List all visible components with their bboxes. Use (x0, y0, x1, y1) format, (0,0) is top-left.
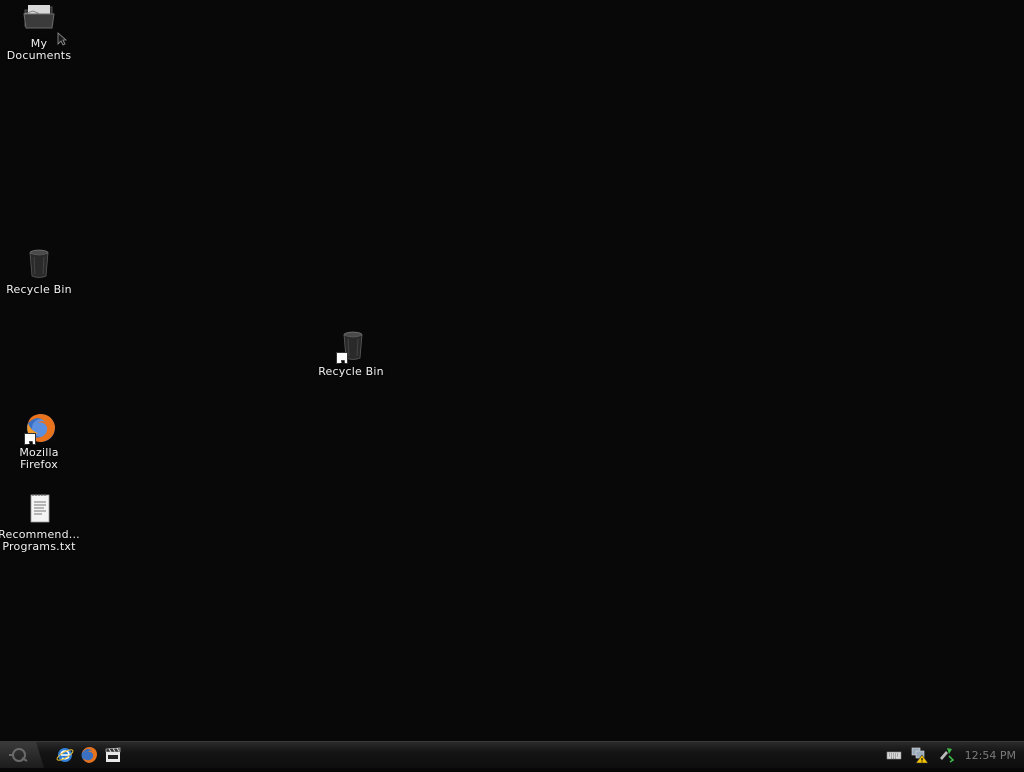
folder-icon (22, 2, 56, 36)
start-button[interactable] (0, 742, 44, 768)
firefox-icon[interactable] (80, 746, 98, 764)
media-player-icon[interactable] (104, 746, 122, 764)
desktop-icon-recycle-bin[interactable]: Recycle Bin (0, 248, 79, 296)
desktop-icon-mozilla-firefox[interactable]: Mozilla Firefox (0, 411, 79, 471)
firefox-icon (22, 411, 56, 448)
safely-remove-hardware-icon[interactable] (937, 746, 955, 764)
desktop-icon-label: Recycle Bin (318, 365, 384, 378)
desktop-icon-label: Mozilla Firefox (19, 446, 59, 471)
desktop[interactable]: My Documents Recycle Bin Recycle Bin Moz… (0, 0, 1024, 741)
internet-explorer-icon[interactable] (56, 746, 74, 764)
mouse-pointer-icon (57, 31, 68, 46)
recycle-bin-icon (334, 330, 368, 367)
quick-launch-bar (56, 746, 122, 764)
taskbar: 12:54 PM (0, 741, 1024, 768)
desktop-icon-my-documents[interactable]: My Documents (0, 2, 79, 62)
shortcut-arrow-icon (336, 352, 348, 367)
desktop-icon-recycle-bin-shortcut[interactable]: Recycle Bin (311, 330, 391, 378)
system-tray: 12:54 PM (885, 745, 1024, 765)
desktop-icon-label: Recommend... Programs.txt (0, 528, 80, 553)
shortcut-arrow-icon (24, 433, 36, 448)
taskbar-clock[interactable]: 12:54 PM (965, 749, 1016, 762)
start-orb-icon (9, 748, 28, 762)
network-warning-icon[interactable] (911, 746, 929, 764)
recycle-bin-icon (22, 248, 56, 282)
desktop-icon-recommended-programs[interactable]: Recommend... Programs.txt (0, 493, 80, 553)
desktop-icon-label: Recycle Bin (6, 283, 72, 296)
text-document-icon (22, 493, 56, 527)
keyboard-icon[interactable] (885, 746, 903, 764)
